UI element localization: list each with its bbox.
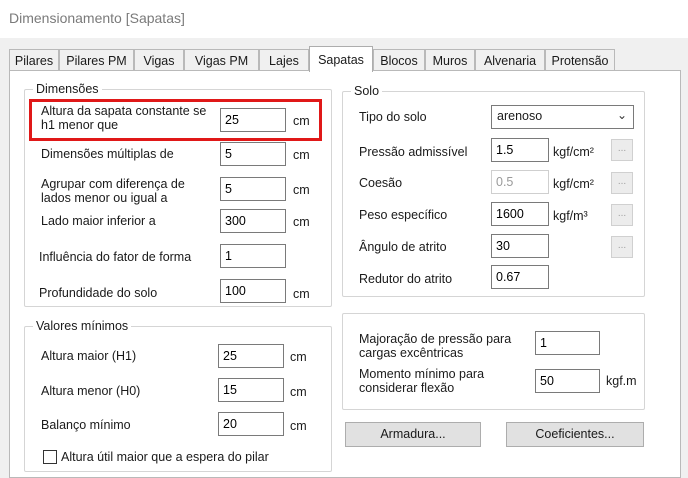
- label-angulo: Ângulo de atrito: [359, 240, 447, 254]
- label-momento: Momento mínimo para considerar flexão: [359, 367, 485, 395]
- label-majoracao: Majoração de pressão para cargas excêntr…: [359, 332, 512, 360]
- tab-sapatas[interactable]: Sapatas: [309, 46, 373, 72]
- peso-more-button[interactable]: ...: [611, 204, 633, 226]
- window-title: Dimensionamento [Sapatas]: [9, 10, 185, 26]
- unit-momento: kgf.m: [606, 374, 637, 388]
- input-angulo[interactable]: [491, 234, 549, 258]
- input-altura-menor[interactable]: [218, 378, 284, 402]
- group-valores-minimos-title: Valores mínimos: [33, 319, 132, 333]
- unit-altura-menor: cm: [290, 385, 307, 399]
- group-solo-title: Solo: [351, 84, 383, 98]
- label-altura-constante: Altura da sapata constante se h1 menor q…: [41, 104, 207, 132]
- tab-alvenaria[interactable]: Alvenaria: [475, 49, 545, 71]
- group-dimensoes-title: Dimensões: [33, 82, 102, 96]
- label-pressao: Pressão admissível: [359, 145, 468, 159]
- tab-pilares[interactable]: Pilares: [9, 49, 59, 71]
- input-altura-constante[interactable]: [220, 108, 286, 132]
- select-tipo-solo-value: arenoso: [497, 109, 543, 123]
- unit-agrupar: cm: [293, 183, 310, 197]
- select-tipo-solo[interactable]: arenoso ⌄: [491, 105, 634, 129]
- input-agrupar[interactable]: [220, 177, 286, 201]
- label-lado-maior: Lado maior inferior a: [41, 214, 156, 228]
- unit-coesao: kgf/cm²: [553, 177, 594, 191]
- pressao-more-button[interactable]: ...: [611, 139, 633, 161]
- input-multiplas[interactable]: [220, 142, 286, 166]
- label-coesao: Coesão: [359, 176, 403, 190]
- tab-vigas-pm[interactable]: Vigas PM: [184, 49, 259, 71]
- input-altura-maior[interactable]: [218, 344, 284, 368]
- label-balanco: Balanço mínimo: [41, 418, 131, 432]
- input-lado-maior[interactable]: [220, 209, 286, 233]
- tab-muros[interactable]: Muros: [425, 49, 475, 71]
- unit-altura-constante: cm: [293, 114, 310, 128]
- input-profundidade[interactable]: [220, 279, 286, 303]
- input-majoracao[interactable]: [535, 331, 600, 355]
- label-profundidade: Profundidade do solo: [39, 286, 158, 300]
- coesao-more-button[interactable]: ...: [611, 172, 633, 194]
- label-influencia: Influência do fator de forma: [39, 250, 192, 264]
- label-agrupar: Agrupar com diferença de lados menor ou …: [41, 177, 185, 205]
- unit-peso: kgf/m³: [553, 209, 588, 223]
- label-altura-menor: Altura menor (H0): [41, 384, 141, 398]
- label-altura-maior: Altura maior (H1): [41, 349, 137, 363]
- armadura-button[interactable]: Armadura...: [345, 422, 481, 447]
- label-altura-util: Altura útil maior que a espera do pilar: [61, 450, 269, 464]
- unit-lado-maior: cm: [293, 215, 310, 229]
- input-redutor[interactable]: [491, 265, 549, 289]
- tab-protensao[interactable]: Protensão: [545, 49, 615, 71]
- tab-lajes[interactable]: Lajes: [259, 49, 309, 71]
- chevron-down-icon: ⌄: [616, 108, 627, 122]
- unit-balanco: cm: [290, 419, 307, 433]
- coeficientes-button[interactable]: Coeficientes...: [506, 422, 644, 447]
- input-balanco[interactable]: [218, 412, 284, 436]
- checkbox-altura-util[interactable]: [43, 450, 57, 464]
- unit-altura-maior: cm: [290, 350, 307, 364]
- label-peso: Peso específico: [359, 208, 448, 222]
- title-bar: Dimensionamento [Sapatas]: [0, 0, 688, 38]
- input-influencia[interactable]: [220, 244, 286, 268]
- unit-pressao: kgf/cm²: [553, 145, 594, 159]
- tab-pilares-pm[interactable]: Pilares PM: [59, 49, 134, 71]
- group-majoracao: [342, 313, 645, 410]
- unit-multiplas: cm: [293, 148, 310, 162]
- tab-vigas[interactable]: Vigas: [134, 49, 184, 71]
- label-redutor: Redutor do atrito: [359, 272, 453, 286]
- input-momento[interactable]: [535, 369, 600, 393]
- input-coesao[interactable]: [491, 170, 549, 194]
- input-pressao[interactable]: [491, 138, 549, 162]
- label-tipo-solo: Tipo do solo: [359, 110, 427, 124]
- label-multiplas: Dimensões múltiplas de: [41, 147, 174, 161]
- angulo-more-button[interactable]: ...: [611, 236, 633, 258]
- unit-profundidade: cm: [293, 287, 310, 301]
- tab-blocos[interactable]: Blocos: [373, 49, 425, 71]
- input-peso[interactable]: [491, 202, 549, 226]
